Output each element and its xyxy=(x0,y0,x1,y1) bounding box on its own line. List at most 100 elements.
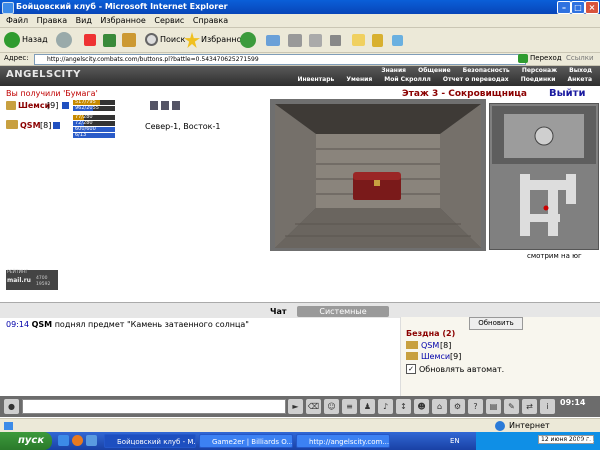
exit-link[interactable]: Выйти xyxy=(549,88,585,99)
sound-icon[interactable]: ♪ xyxy=(378,399,393,414)
game-header: ANGELSCITY Знания Общение Безопасность П… xyxy=(0,66,600,86)
clan-icon xyxy=(406,352,418,360)
home-icon[interactable] xyxy=(122,33,136,47)
book-icon[interactable]: ▤ xyxy=(486,399,501,414)
messenger-icon[interactable] xyxy=(392,35,403,46)
dungeon-view[interactable] xyxy=(275,104,481,248)
player-marker-icon xyxy=(543,205,549,211)
address-input[interactable]: http://angelscity.combats.com/buttons.pl… xyxy=(34,54,526,65)
favorites-icon[interactable] xyxy=(184,32,200,48)
map-icon[interactable]: ⌂ xyxy=(432,399,447,414)
nav-character[interactable]: Персонаж xyxy=(522,67,557,74)
discuss-icon[interactable] xyxy=(330,35,341,46)
mail-icon[interactable] xyxy=(266,35,280,46)
info-icon[interactable] xyxy=(53,122,60,129)
smile-icon[interactable]: ☺ xyxy=(324,399,339,414)
back-icon[interactable] xyxy=(4,32,20,48)
treasure-chest-icon xyxy=(353,172,401,200)
task-item[interactable]: Game2er | Billiards O... xyxy=(199,434,293,448)
maximize-button[interactable]: □ xyxy=(571,1,585,14)
trade-icon[interactable]: ⇄ xyxy=(522,399,537,414)
log-icon[interactable]: ✎ xyxy=(504,399,519,414)
nav-transfers[interactable]: Отчет о переводах xyxy=(443,76,509,83)
nav-battles[interactable]: Поединки xyxy=(521,76,556,83)
info-icon[interactable] xyxy=(62,102,69,109)
nav-scroll[interactable]: Мой Скроллл xyxy=(384,76,430,83)
nav-knowledge[interactable]: Знания xyxy=(381,67,406,74)
tab-chat[interactable]: Чат xyxy=(270,306,287,317)
back-button[interactable]: Назад xyxy=(22,31,48,49)
minimap[interactable] xyxy=(489,103,599,250)
info-panel-icon[interactable]: i xyxy=(540,399,555,414)
rating-counter[interactable]: РЕЙТИНГ mail.ru 4700 19592 xyxy=(6,270,58,290)
player-level: [9] xyxy=(47,101,59,110)
print-icon[interactable] xyxy=(288,34,302,47)
emotions-icon[interactable]: ☻ xyxy=(414,399,429,414)
search-button[interactable]: Поиск xyxy=(160,31,185,49)
player-level: [8] xyxy=(40,121,52,130)
compass-icon xyxy=(534,126,554,146)
research-icon[interactable] xyxy=(372,34,383,47)
player-name[interactable]: Шемси xyxy=(18,101,50,110)
message-user[interactable]: QSM xyxy=(32,320,53,329)
send-icon[interactable]: ► xyxy=(288,399,303,414)
language-indicator[interactable]: EN xyxy=(450,437,460,445)
refresh-button[interactable]: Обновить xyxy=(469,317,523,330)
chat-log: 09:14 QSM поднял предмет "Камень затаенн… xyxy=(6,320,249,329)
help-icon[interactable]: ? xyxy=(468,399,483,414)
counter-hits: 4700 xyxy=(36,276,48,281)
forward-icon[interactable] xyxy=(56,32,72,48)
nav-communication[interactable]: Общение xyxy=(418,67,450,74)
tab-system-messages[interactable]: Системные сообщения xyxy=(297,306,389,327)
clear-icon[interactable]: ⌫ xyxy=(306,399,321,414)
chat-input[interactable] xyxy=(22,399,286,414)
quicklaunch-desktop-icon[interactable] xyxy=(86,435,97,446)
menu-view[interactable]: Вид xyxy=(76,14,92,27)
member-name[interactable]: QSM xyxy=(421,341,439,350)
close-button[interactable]: × xyxy=(585,1,599,14)
chat-mode-icon[interactable]: ● xyxy=(4,399,19,414)
menu-help[interactable]: Справка xyxy=(193,14,228,27)
menu-edit[interactable]: Правка xyxy=(37,14,67,27)
history-icon[interactable] xyxy=(240,32,256,48)
menu-favorites[interactable]: Избранное xyxy=(100,14,145,27)
dungeon-scene xyxy=(275,104,481,248)
nav-bottom: Инвентарь Умения Мой Скроллл Отчет о пер… xyxy=(287,76,592,83)
go-button[interactable]: Переход xyxy=(530,54,562,62)
auto-refresh-checkbox[interactable]: ✓ xyxy=(406,364,416,374)
filter-icon[interactable]: ≡ xyxy=(342,399,357,414)
search-icon[interactable] xyxy=(145,33,158,46)
player-name[interactable]: QSM xyxy=(20,121,41,130)
mana-bar: 962/2055 xyxy=(73,106,115,111)
nav-security[interactable]: Безопасность xyxy=(463,67,510,74)
nav-skills[interactable]: Умения xyxy=(346,76,372,83)
links-button[interactable]: Ссылки xyxy=(566,54,594,62)
member-level: [8] xyxy=(440,341,452,350)
start-button[interactable]: пуск xyxy=(0,432,52,450)
member-level: [9] xyxy=(450,352,462,361)
folder-icon[interactable] xyxy=(352,34,365,46)
menu-file[interactable]: Файл xyxy=(6,14,28,27)
nav-inventory[interactable]: Инвентарь xyxy=(297,76,334,83)
room-title: Этаж 3 - Сокровищница xyxy=(402,89,527,99)
edit-icon[interactable] xyxy=(309,34,322,47)
counter-brand: mail.ru xyxy=(7,277,31,284)
people-icon[interactable]: ♟ xyxy=(360,399,375,414)
refresh-icon[interactable] xyxy=(103,34,116,47)
scroll-icon[interactable]: ↕ xyxy=(396,399,411,414)
menu-tools[interactable]: Сервис xyxy=(154,14,184,27)
task-item[interactable]: Бойцовский клуб - M... xyxy=(104,434,196,448)
minimize-button[interactable]: – xyxy=(557,1,571,14)
settings-icon[interactable]: ⚙ xyxy=(450,399,465,414)
quicklaunch-browser-icon[interactable] xyxy=(72,435,83,446)
go-arrow-icon[interactable] xyxy=(518,54,528,63)
tray-clock[interactable]: 10:14 xyxy=(574,437,594,445)
nav-exit[interactable]: Выход xyxy=(569,67,592,74)
nav-profile[interactable]: Анкета xyxy=(568,76,592,83)
task-item[interactable]: http://angelscity.com... xyxy=(296,434,390,448)
quicklaunch-ie-icon[interactable] xyxy=(58,435,69,446)
member-name[interactable]: Шемси xyxy=(421,352,450,361)
facing-direction: смотрим на юг xyxy=(527,252,582,260)
stop-icon[interactable] xyxy=(84,34,96,46)
amulet-icon xyxy=(172,101,180,110)
